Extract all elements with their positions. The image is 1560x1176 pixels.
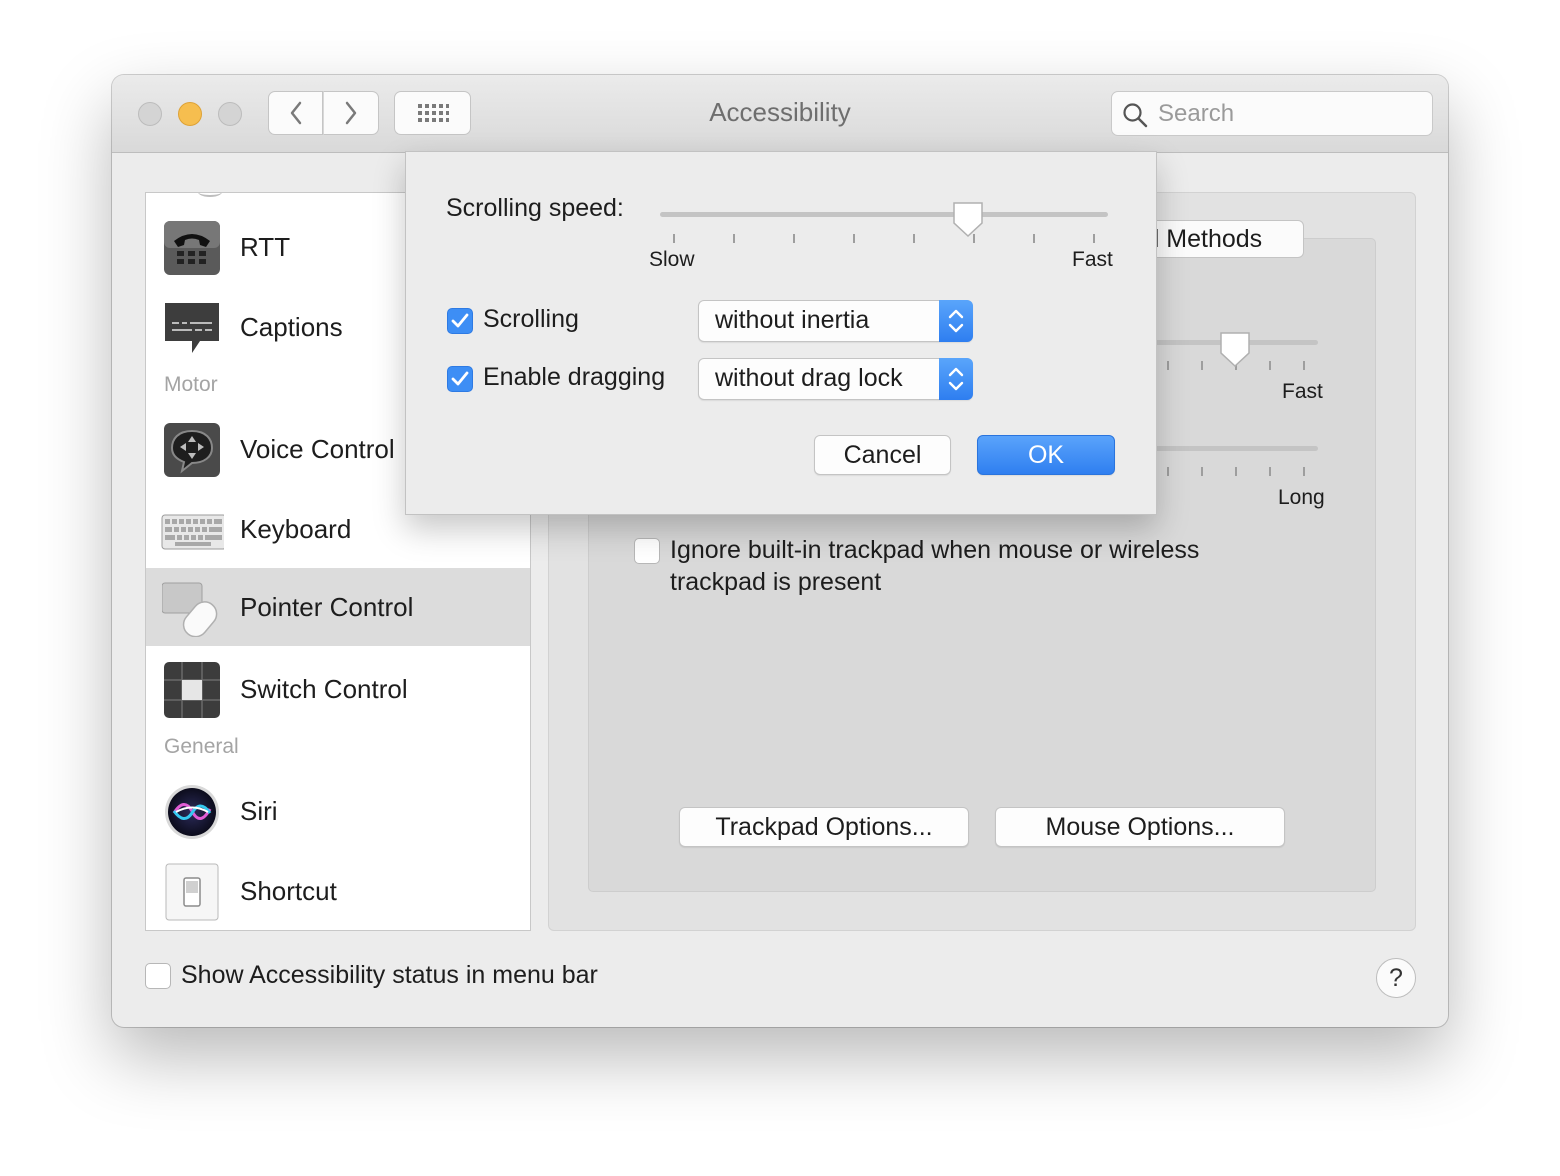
sidebar-item-label: Switch Control	[240, 674, 408, 704]
sidebar-item-label: Keyboard	[240, 514, 352, 544]
speed-min-label: Slow	[649, 248, 695, 271]
popup-value: without inertia	[715, 306, 870, 334]
slider-tick	[793, 234, 795, 243]
scrolling-speed-knob[interactable]	[951, 201, 985, 239]
speed-max-label: Fast	[1072, 248, 1113, 271]
sidebar-item-label: Pointer Control	[240, 592, 414, 622]
keyboard-icon	[161, 514, 224, 550]
sidebar-item-siri[interactable]: Siri	[146, 772, 530, 850]
spring-loading-delay-track[interactable]	[1152, 446, 1318, 451]
help-button[interactable]: ?	[1376, 958, 1416, 998]
cancel-button[interactable]: Cancel	[814, 435, 951, 475]
checkmark-icon	[451, 371, 469, 386]
shortcut-icon	[165, 863, 219, 921]
search-icon	[1123, 103, 1148, 128]
sidebar-item-label: Voice Control	[240, 434, 395, 464]
ignore-trackpad-label-line2: trackpad is present	[670, 568, 882, 596]
slider-tick	[853, 234, 855, 243]
slider-tick	[1201, 467, 1203, 476]
ignore-trackpad-checkbox[interactable]	[634, 538, 660, 564]
show-status-checkbox[interactable]	[145, 963, 171, 989]
slider2-right-label: Long	[1278, 486, 1325, 509]
slider-tick	[1303, 467, 1305, 476]
slider-tick	[673, 234, 675, 243]
trackpad-options-button[interactable]: Trackpad Options...	[679, 807, 969, 847]
telephone-icon	[164, 221, 220, 275]
enable-dragging-label: Enable dragging	[483, 363, 666, 391]
slider-tick	[1167, 361, 1169, 370]
sidebar-section-motor: Motor	[164, 373, 218, 396]
slider1-right-label: Fast	[1282, 380, 1323, 403]
sidebar-section-general: General	[164, 735, 239, 758]
drag-lock-popup[interactable]: without drag lock	[698, 358, 973, 400]
slider-tick	[1235, 467, 1237, 476]
search-field[interactable]: Search	[1111, 91, 1433, 136]
voice-control-icon	[164, 423, 220, 477]
mouse-options-button[interactable]: Mouse Options...	[995, 807, 1285, 847]
scrolling-label: Scrolling	[483, 305, 579, 333]
enable-dragging-checkbox[interactable]	[447, 366, 473, 392]
popup-value: without drag lock	[715, 364, 903, 392]
scrolled-item-peek	[198, 193, 222, 197]
slider-tick	[733, 234, 735, 243]
updown-arrows-icon	[939, 358, 973, 400]
ok-button[interactable]: OK	[977, 435, 1115, 475]
sidebar-item-pointer-control[interactable]: Pointer Control	[146, 568, 530, 646]
slider-tick	[1269, 361, 1271, 370]
tab-label: l Methods	[1153, 225, 1263, 253]
sidebar-item-label: Shortcut	[240, 876, 337, 906]
slider-tick	[1303, 361, 1305, 370]
scrolling-speed-label: Scrolling speed:	[446, 194, 624, 222]
slider-tick	[1201, 361, 1203, 370]
scrolling-speed-track[interactable]	[660, 212, 1108, 217]
sidebar-item-label: Captions	[240, 312, 343, 342]
sidebar-item-label: RTT	[240, 232, 291, 262]
sidebar-item-label: Siri	[240, 796, 278, 826]
pointer-control-icon	[162, 582, 218, 637]
show-status-label: Show Accessibility status in menu bar	[181, 961, 598, 989]
search-placeholder: Search	[1158, 100, 1235, 127]
slider-tick	[1167, 467, 1169, 476]
siri-icon	[165, 785, 219, 839]
slider-tick	[1093, 234, 1095, 243]
double-click-speed-knob[interactable]	[1218, 331, 1252, 369]
scrolling-checkbox[interactable]	[447, 308, 473, 334]
updown-arrows-icon	[939, 300, 973, 342]
scrolling-inertia-popup[interactable]: without inertia	[698, 300, 973, 342]
checkmark-icon	[451, 313, 469, 328]
slider-tick	[913, 234, 915, 243]
sidebar-item-switch-control[interactable]: Switch Control	[146, 650, 530, 728]
slider-tick	[1033, 234, 1035, 243]
sidebar-item-shortcut[interactable]: Shortcut	[146, 852, 530, 930]
title-bar: Accessibility Search	[112, 75, 1448, 153]
ignore-trackpad-label-line1: Ignore built-in trackpad when mouse or w…	[670, 536, 1200, 564]
switch-control-icon	[164, 662, 220, 718]
slider-tick	[1269, 467, 1271, 476]
captions-icon	[165, 303, 219, 353]
trackpad-options-sheet: Scrolling speed: Slow Fast Scrolling wit…	[405, 151, 1157, 515]
